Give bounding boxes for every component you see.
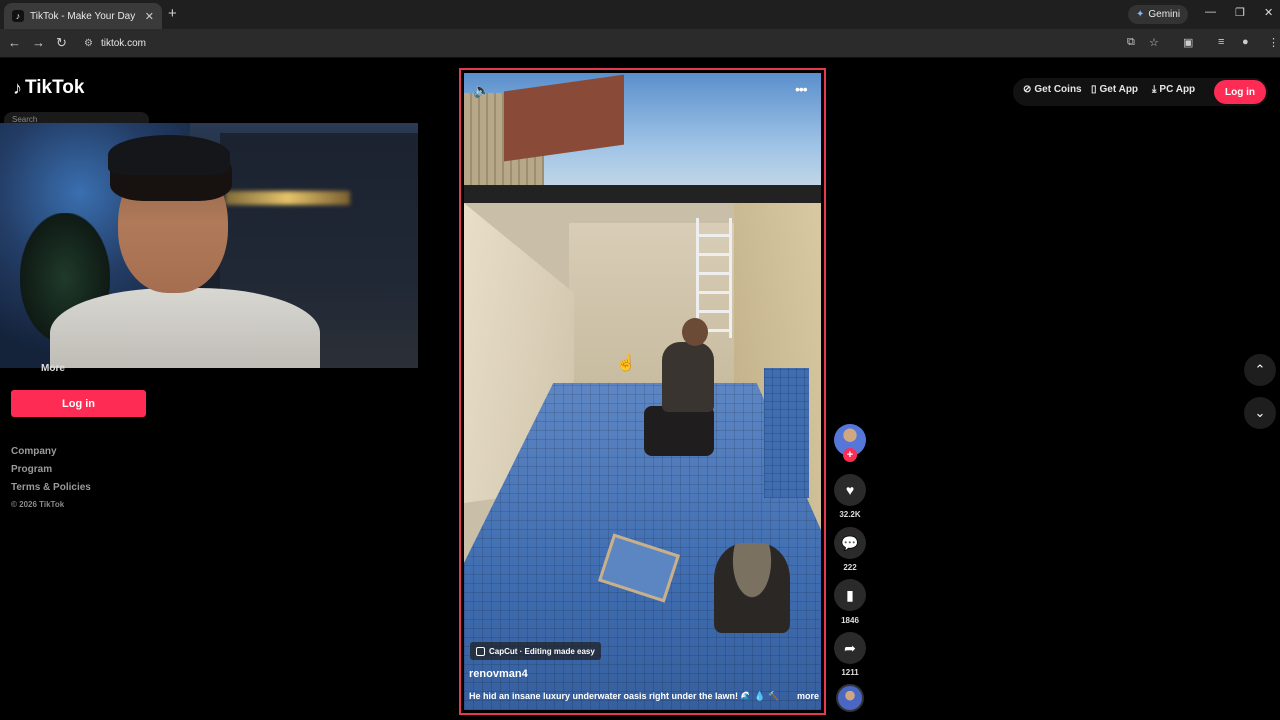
- tiktok-page: ♪ TikTok Search More Log in Company Prog…: [0, 59, 1280, 720]
- tiktok-logo[interactable]: ♪ TikTok: [13, 77, 84, 99]
- next-video-chevron-down-icon[interactable]: ⌄: [1244, 397, 1276, 429]
- sidebar-login-button[interactable]: Log in: [11, 390, 146, 417]
- pc-app-button[interactable]: ⤓ PC App: [1152, 84, 1195, 95]
- sound-icon[interactable]: 🔈: [473, 82, 490, 99]
- url-text: tiktok.com: [100, 37, 146, 49]
- gemini-spark-icon: ✦: [1136, 9, 1145, 20]
- webcam-overlay: [0, 123, 418, 368]
- share-arrow-icon[interactable]: ➦: [834, 632, 866, 664]
- tiktok-favicon-icon: ♪: [12, 10, 24, 22]
- close-window-button[interactable]: ✕: [1264, 6, 1273, 19]
- gemini-label: Gemini: [1148, 9, 1181, 20]
- video-player[interactable]: [459, 68, 826, 715]
- previous-video-chevron-up-icon[interactable]: ⌃: [1244, 354, 1276, 386]
- music-disc-icon[interactable]: [836, 684, 864, 712]
- logo-text: TikTok: [25, 77, 85, 98]
- get-coins-button[interactable]: ⊘ Get Coins: [1023, 84, 1082, 95]
- like-heart-icon[interactable]: ♥: [834, 474, 866, 506]
- pc-app-label: PC App: [1159, 84, 1196, 95]
- footer-link-program[interactable]: Program: [11, 464, 52, 475]
- caption-more-link[interactable]: more: [797, 691, 819, 702]
- header-login-button[interactable]: Log in: [1214, 80, 1266, 104]
- get-app-button[interactable]: ▯ Get App: [1091, 84, 1138, 95]
- bookmark-star-icon[interactable]: ☆: [1149, 36, 1159, 49]
- follow-plus-icon[interactable]: +: [843, 448, 857, 462]
- save-count: 1846: [841, 616, 859, 625]
- download-icon: ⤓: [1152, 84, 1157, 95]
- capcut-icon: [476, 646, 485, 656]
- video-options-icon[interactable]: •••: [795, 81, 808, 97]
- footer-link-company[interactable]: Company: [11, 446, 57, 457]
- tab-close-icon[interactable]: ✕: [145, 10, 154, 23]
- get-app-label: Get App: [1099, 84, 1139, 95]
- forward-icon[interactable]: →: [32, 35, 45, 50]
- side-panel-icon[interactable]: ▣: [1183, 36, 1193, 49]
- reload-icon[interactable]: ↻: [56, 35, 67, 51]
- browser-tabbar: ♪ TikTok - Make Your Day ✕ + ✦ Gemini — …: [0, 0, 1280, 29]
- install-app-icon[interactable]: ⧉: [1127, 36, 1135, 49]
- video-author[interactable]: renovman4: [469, 668, 528, 680]
- site-info-icon[interactable]: ⚙: [84, 38, 93, 49]
- copyright: © 2026 TikTok: [11, 500, 65, 509]
- like-count: 32.2K: [839, 510, 861, 519]
- phone-icon: ▯: [1091, 84, 1097, 95]
- hand-cursor-icon: ☝: [616, 355, 636, 372]
- new-tab-button[interactable]: +: [168, 5, 177, 22]
- video-frame: [464, 73, 821, 710]
- tiktok-note-icon: ♪: [13, 77, 22, 98]
- get-coins-label: Get Coins: [1034, 84, 1082, 95]
- media-controls-icon[interactable]: ≡: [1218, 36, 1224, 48]
- video-caption: He hid an insane luxury underwater oasis…: [469, 691, 819, 702]
- restore-button[interactable]: ❐: [1235, 6, 1245, 19]
- profile-icon[interactable]: ●: [1242, 36, 1249, 48]
- address-bar[interactable]: ⚙ tiktok.com: [78, 32, 1118, 54]
- coin-icon: ⊘: [1023, 84, 1032, 95]
- comment-icon[interactable]: 💬: [834, 527, 866, 559]
- footer-link-terms[interactable]: Terms & Policies: [11, 482, 91, 493]
- browser-toolbar: ← → ↻ ⚙ tiktok.com ⧉ ☆ ▣ ≡ ● ⋮: [0, 29, 1280, 58]
- caption-text: He hid an insane luxury underwater oasis…: [469, 691, 780, 701]
- comment-count: 222: [843, 563, 857, 572]
- bookmark-icon[interactable]: ▮: [834, 579, 866, 611]
- share-count: 1211: [841, 668, 859, 677]
- tab-title: TikTok - Make Your Day: [30, 10, 136, 22]
- back-icon[interactable]: ←: [8, 35, 21, 50]
- browser-menu-icon[interactable]: ⋮: [1268, 36, 1279, 49]
- browser-tab[interactable]: ♪ TikTok - Make Your Day ✕: [4, 3, 162, 29]
- capcut-badge[interactable]: CapCut · Editing made easy: [470, 642, 601, 660]
- minimize-button[interactable]: —: [1205, 6, 1216, 18]
- gemini-button[interactable]: ✦ Gemini: [1128, 5, 1189, 24]
- capcut-label: CapCut · Editing made easy: [489, 646, 595, 656]
- sidebar-more[interactable]: More: [41, 363, 65, 374]
